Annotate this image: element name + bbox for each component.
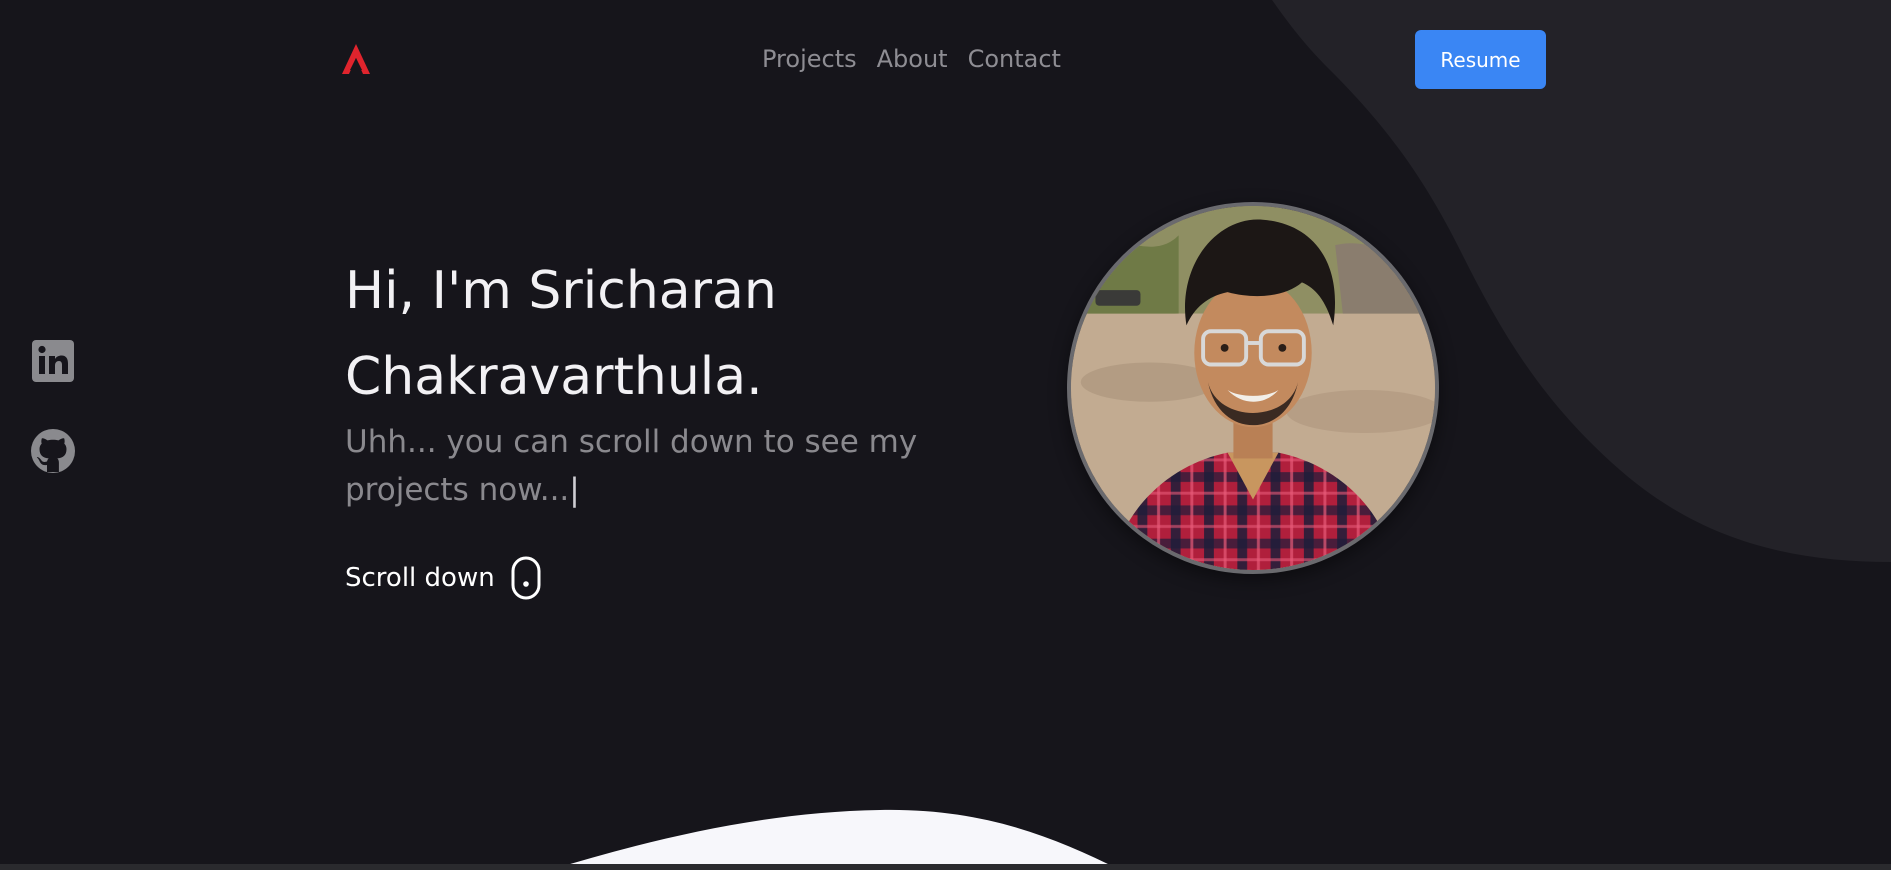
headline-line-1: Hi, I'm Sricharan <box>345 261 777 321</box>
subline-text: Uhh... you can scroll down to see my pro… <box>345 424 918 508</box>
hero-subline: Uhh... you can scroll down to see my pro… <box>345 418 965 514</box>
resume-button[interactable]: Resume <box>1415 30 1546 89</box>
brand-logo-icon[interactable] <box>342 44 370 74</box>
nav-contact-link[interactable]: Contact <box>968 44 1061 74</box>
headline-line-2: Chakravarthula. <box>345 347 763 407</box>
github-icon[interactable] <box>30 428 76 474</box>
typing-cursor: | <box>569 472 580 508</box>
linkedin-icon[interactable] <box>30 338 76 384</box>
main-nav: Projects About Contact <box>762 44 1061 74</box>
page: Projects About Contact Resume Hi, I'm Sr… <box>0 0 1891 870</box>
profile-photo <box>1067 202 1439 574</box>
scroll-down-label: Scroll down <box>345 563 495 593</box>
bottom-wave <box>550 809 1120 870</box>
scroll-down-link[interactable]: Scroll down <box>345 556 541 600</box>
nav-about-link[interactable]: About <box>877 44 948 74</box>
hero-headline: Hi, I'm Sricharan Chakravarthula. <box>345 248 945 420</box>
mouse-scroll-icon <box>511 556 541 600</box>
profile-photo-illustration <box>1071 206 1435 570</box>
bottom-divider <box>0 864 1891 870</box>
nav-projects-link[interactable]: Projects <box>762 44 857 74</box>
